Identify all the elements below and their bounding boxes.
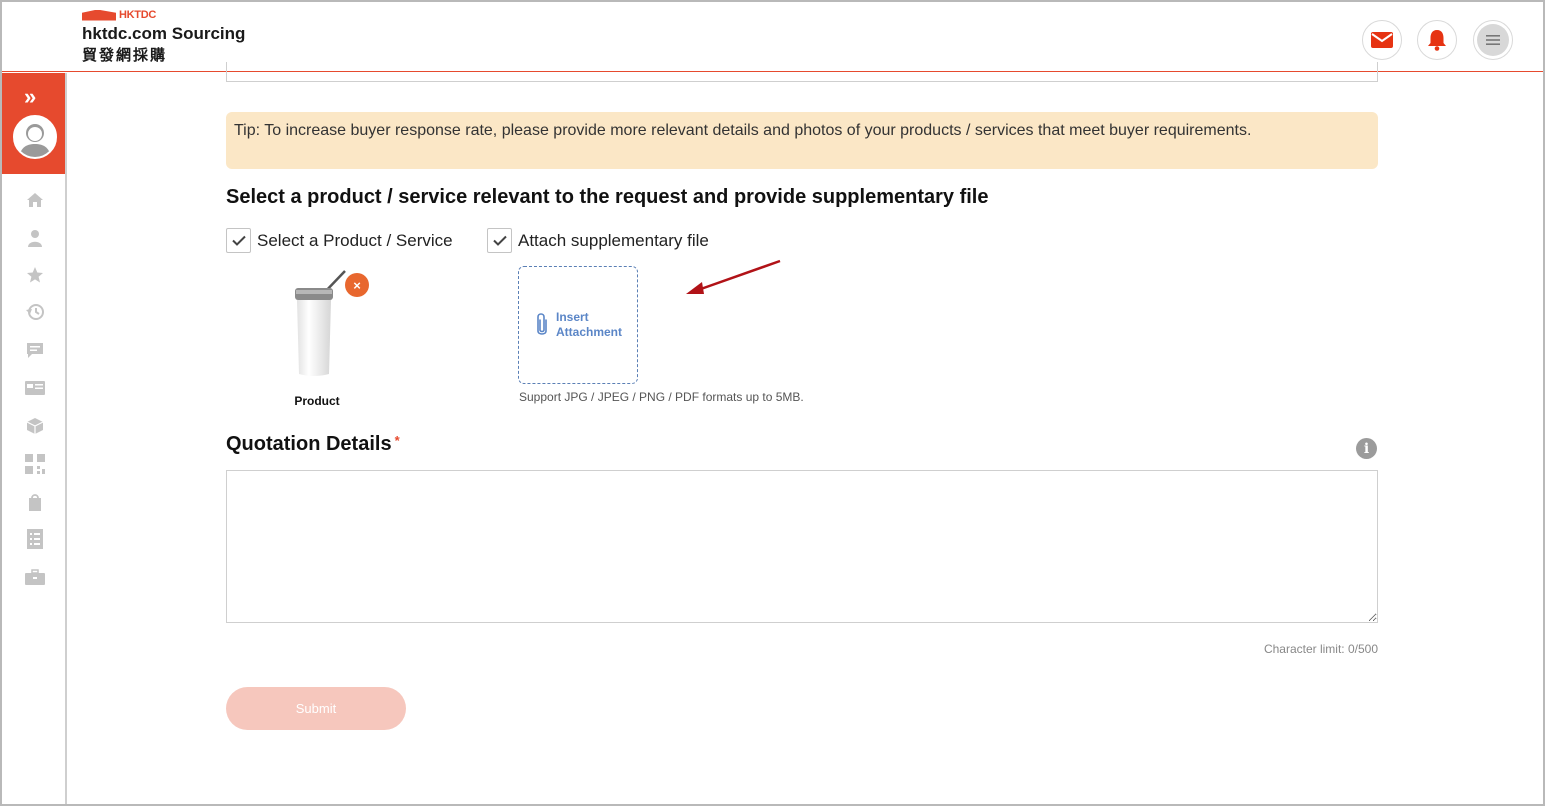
- brand-name-zh[interactable]: 貿發網採購: [82, 44, 167, 65]
- checkbox-checked[interactable]: [487, 228, 512, 253]
- section-title: Select a product / service relevant to t…: [226, 186, 989, 208]
- card-icon[interactable]: [25, 378, 45, 398]
- quotation-details-title: Quotation Details *: [226, 433, 400, 455]
- bell-icon: [1428, 30, 1446, 51]
- mail-button[interactable]: [1362, 20, 1402, 60]
- insert-attachment-label: Insert Attachment: [555, 310, 622, 339]
- annotation-arrow-icon: [686, 259, 781, 294]
- remove-product-button[interactable]: ×: [345, 273, 369, 297]
- qr-icon[interactable]: [25, 454, 45, 474]
- character-limit: Character limit: 0/500: [1263, 642, 1378, 656]
- message-icon[interactable]: [25, 341, 45, 361]
- box-icon[interactable]: [25, 416, 45, 436]
- logo-text: HKTDC: [119, 9, 156, 21]
- mail-icon: [1371, 32, 1393, 48]
- briefcase-icon[interactable]: [25, 567, 45, 587]
- history-icon[interactable]: [25, 302, 45, 322]
- checkbox-checked[interactable]: [226, 228, 251, 253]
- product-thumbnail[interactable]: [287, 270, 347, 380]
- home-icon[interactable]: [25, 190, 45, 210]
- expand-sidebar-icon[interactable]: »: [24, 86, 36, 108]
- star-icon[interactable]: [25, 265, 45, 285]
- user-icon[interactable]: [25, 228, 45, 248]
- insert-attachment-button[interactable]: Insert Attachment: [518, 266, 638, 384]
- attach-file-checkbox[interactable]: Attach supplementary file: [487, 228, 709, 253]
- notifications-button[interactable]: [1417, 20, 1457, 60]
- list-icon[interactable]: [25, 529, 45, 549]
- hktdc-logo-mark: [82, 9, 116, 21]
- file-format-note: Support JPG / JPEG / PNG / PDF formats u…: [519, 390, 804, 404]
- select-product-checkbox[interactable]: Select a Product / Service: [226, 228, 453, 253]
- check-icon: [231, 235, 246, 246]
- required-mark: *: [394, 433, 400, 448]
- bag-icon[interactable]: [25, 492, 45, 512]
- brand-name-en[interactable]: hktdc.com Sourcing: [82, 24, 245, 44]
- select-product-label: Select a Product / Service: [257, 230, 453, 250]
- menu-icon: [1477, 24, 1509, 56]
- quotation-details-textarea[interactable]: [226, 470, 1378, 623]
- check-icon: [492, 235, 507, 246]
- hktdc-logo[interactable]: HKTDC: [82, 9, 156, 21]
- attach-file-label: Attach supplementary file: [518, 230, 709, 250]
- paperclip-icon: [537, 313, 547, 335]
- product-label: Product: [294, 394, 340, 408]
- tip-banner: Tip: To increase buyer response rate, pl…: [226, 112, 1378, 169]
- sidebar-header: »: [2, 73, 65, 174]
- sidebar: »: [2, 73, 67, 804]
- info-icon[interactable]: i: [1356, 438, 1377, 459]
- avatar[interactable]: [13, 115, 57, 159]
- close-icon: ×: [353, 277, 361, 293]
- main-menu-button[interactable]: [1473, 20, 1513, 60]
- submit-button[interactable]: Submit: [226, 687, 406, 730]
- app-window: HKTDC hktdc.com Sourcing 貿發網採購 » Tip: To…: [0, 0, 1545, 806]
- previous-textarea-edge[interactable]: [226, 62, 1378, 82]
